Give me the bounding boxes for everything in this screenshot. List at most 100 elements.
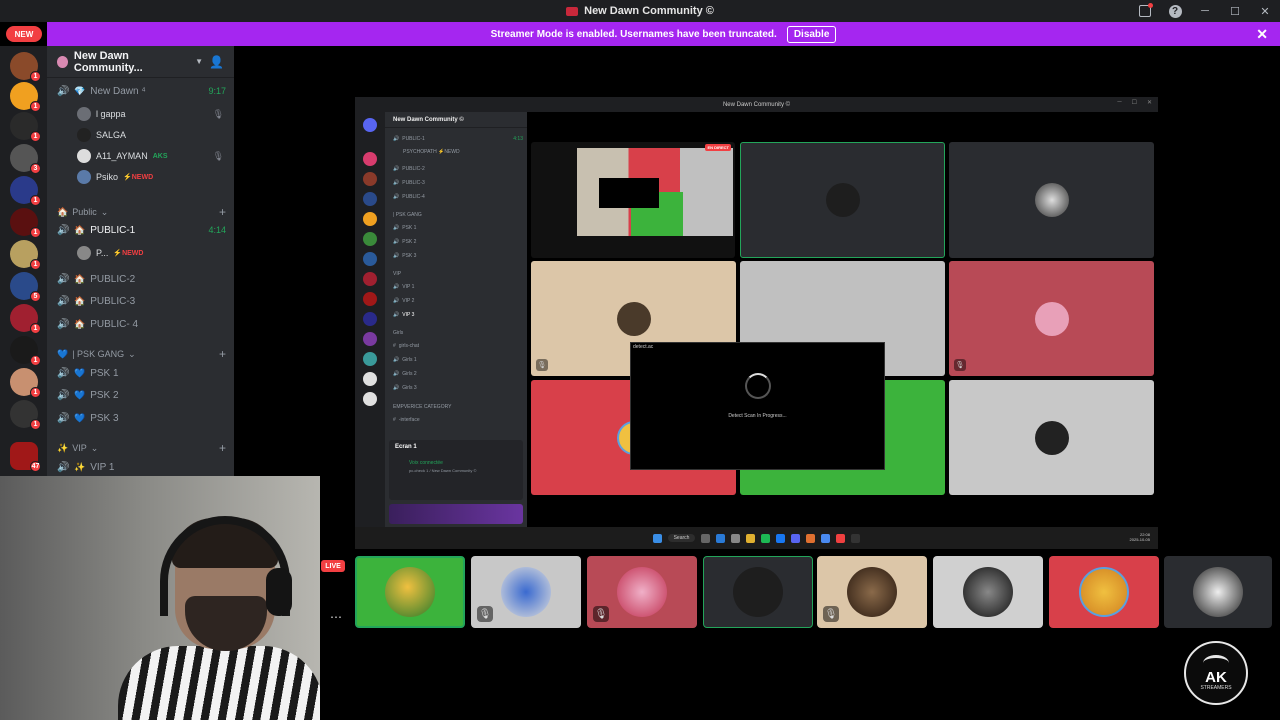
minimize-button[interactable]: ─ — [1190, 0, 1220, 22]
user-name: SALGA — [96, 130, 127, 140]
add-channel-icon[interactable]: + — [219, 347, 226, 361]
more-options-icon[interactable]: ⋯ — [330, 610, 342, 624]
avatar — [501, 567, 551, 617]
add-member-icon[interactable]: 👤 — [209, 55, 224, 69]
house-icon: 🏠 — [74, 318, 86, 329]
shared-screen[interactable]: New Dawn Community © ─ ☐ ✕ New Dawn Commun… — [355, 97, 1158, 549]
server-icon[interactable]: 47 — [10, 442, 41, 472]
participant-tile[interactable] — [1164, 556, 1272, 628]
taskbar-date: 2025-10-05 — [1129, 537, 1150, 542]
chevron-down-icon: ▼ — [195, 57, 204, 66]
shared-voice-panel: Ecran 1 Voix connectée pc-check 1 / New … — [389, 440, 523, 500]
server-icon[interactable]: 1 — [10, 368, 41, 398]
voice-channel[interactable]: 🔊 🏠 PUBLIC- 4 — [57, 315, 226, 333]
participant-tile[interactable]: 🎙 — [817, 556, 927, 628]
shared-channel-sidebar: New Dawn Community © 🔊 PUBLIC-1 4:13 PSYCH… — [385, 112, 527, 527]
add-channel-icon[interactable]: + — [219, 441, 226, 455]
server-icon[interactable]: 1 — [10, 400, 41, 430]
help-icon[interactable]: ? — [1160, 0, 1190, 22]
sparkles-icon: ✨ — [57, 442, 69, 453]
channel-label: PUBLIC-1 — [90, 224, 136, 236]
user-name: l gappa — [96, 109, 126, 119]
video-tile — [949, 380, 1154, 495]
server-icon[interactable]: 1 — [10, 304, 41, 334]
avatar — [963, 567, 1013, 617]
taskbar-app-icon — [716, 533, 726, 543]
popup-title: detect.ac — [633, 344, 654, 350]
voice-channel[interactable]: 🔊 🏠 PUBLIC-2 — [57, 270, 226, 288]
user-name: A11_AYMAN — [96, 151, 148, 161]
server-icon[interactable]: 5 — [10, 272, 41, 302]
headset-earcup — [266, 568, 292, 616]
streamer-shirt — [118, 646, 320, 720]
ak-streamers-logo: AK STREAMERS — [1184, 641, 1248, 705]
shared-line: Girls 3 — [402, 384, 417, 391]
server-icon[interactable]: 1 — [10, 208, 41, 238]
participant-tile[interactable]: 🎙 — [471, 556, 581, 628]
voice-user[interactable]: Psiko ⚡NEWD — [77, 168, 224, 186]
voice-user[interactable]: P... ⚡NEWD — [77, 244, 224, 262]
maximize-button[interactable]: ☐ — [1220, 0, 1250, 22]
banner-text: Streamer Mode is enabled. Usernames have… — [490, 28, 777, 40]
new-badge: NEW — [6, 26, 42, 42]
blue-heart-icon: 💙 — [74, 412, 86, 423]
shared-line: Girls 2 — [402, 370, 417, 377]
server-icon[interactable]: 1 — [10, 240, 41, 270]
channel-timer: 9:17 — [208, 86, 226, 96]
disable-button[interactable]: Disable — [786, 25, 837, 43]
voice-channel[interactable]: 🔊 🏠 PUBLIC-1 4:14 — [57, 221, 226, 239]
shared-line: VIP 2 — [402, 297, 415, 304]
speaker-icon: 🔊 — [57, 367, 70, 379]
banner-close-icon[interactable]: ✕ — [1256, 26, 1268, 43]
inbox-icon[interactable] — [1130, 0, 1160, 22]
server-header[interactable]: New Dawn Community... ▼ 👤 — [47, 46, 234, 78]
participant-tile[interactable] — [355, 556, 465, 628]
voice-channel[interactable]: 🔊 💙 PSK 2 — [57, 386, 226, 404]
shared-line: Girls — [393, 329, 404, 336]
channel-label: PUBLIC- 4 — [90, 318, 139, 330]
speaker-icon: 🔊 — [57, 389, 70, 401]
participant-tile[interactable] — [1049, 556, 1159, 628]
shared-title: New Dawn Community © — [722, 101, 791, 108]
blue-heart-icon: 💙 — [74, 389, 86, 400]
server-icon[interactable]: 1 — [10, 176, 41, 206]
category-public[interactable]: 🏠 Public ⌄ + — [57, 204, 226, 220]
voice-channel[interactable]: 🔊 💙 PSK 3 — [57, 409, 226, 427]
shared-taskbar: Search 22:08 2025-10-05 — [355, 527, 1158, 549]
server-icon[interactable]: 1 — [10, 336, 41, 366]
channel-label: PSK 3 — [90, 412, 119, 424]
voice-channel[interactable]: 🔊 💎 New Dawn ⁴ 9:17 — [57, 82, 226, 100]
voice-channel[interactable]: 🔊 🏠 PUBLIC-3 — [57, 292, 226, 310]
participant-tile[interactable] — [703, 556, 813, 628]
loading-spinner-icon — [745, 373, 771, 399]
voice-user[interactable]: A11_AYMAN AKS 🎙 — [77, 147, 224, 165]
server-icon[interactable]: 3 — [10, 144, 41, 174]
taskbar-app-icon — [746, 533, 756, 543]
shared-line: PSK 1 — [402, 224, 417, 231]
server-icon — [363, 232, 377, 246]
category-psk-gang[interactable]: 💙 | PSK GANG ⌄ + — [57, 346, 226, 362]
server-icon[interactable]: 1 — [10, 112, 41, 142]
server-icon[interactable]: 1 — [10, 52, 41, 82]
shared-line: Girls 1 — [402, 356, 417, 363]
window-title-text: New Dawn Community © — [584, 5, 714, 17]
voice-channel[interactable]: 🔊 ✨ VIP 1 — [57, 458, 226, 476]
voice-user[interactable]: SALGA — [77, 126, 224, 144]
participant-tile[interactable] — [933, 556, 1043, 628]
logo-subtext: STREAMERS — [1200, 685, 1232, 691]
add-channel-icon[interactable]: + — [219, 205, 226, 219]
app-logo-icon — [566, 6, 579, 16]
close-window-button[interactable]: ✕ — [1250, 0, 1280, 22]
server-icon[interactable]: 1 — [10, 82, 41, 112]
avatar — [77, 149, 91, 163]
participant-tile[interactable]: 🎙 — [587, 556, 697, 628]
voice-channel[interactable]: 🔊 💙 PSK 1 — [57, 364, 226, 382]
voice-user[interactable]: l gappa 🎙 — [77, 105, 224, 123]
shared-line: VIP 1 — [402, 283, 415, 290]
house-icon: 🏠 — [74, 273, 86, 284]
category-vip[interactable]: ✨ VIP ⌄ + — [57, 440, 226, 456]
server-icon — [363, 292, 377, 306]
shared-title-bar: New Dawn Community © ─ ☐ ✕ — [355, 97, 1158, 112]
shared-line: -interface — [398, 416, 420, 423]
avatar — [733, 567, 783, 617]
